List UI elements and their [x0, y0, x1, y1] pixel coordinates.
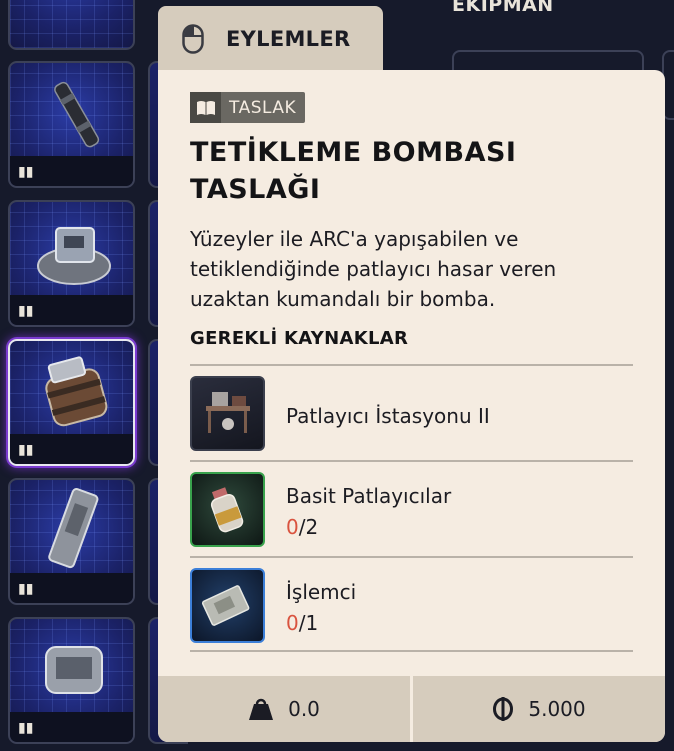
- item-title: TETİKLEME BOMBASI TASLAĞI: [190, 137, 517, 205]
- grenade-launcher-item-icon: [54, 81, 100, 148]
- inventory-slot[interactable]: ▮▮: [8, 200, 135, 327]
- requirement-count: 0/1: [286, 611, 319, 635]
- inventory-slot[interactable]: ▮▮: [8, 617, 135, 744]
- requirements-title: GEREKLİ KAYNAKLAR: [190, 328, 409, 349]
- explosive-bottle-icon: [190, 472, 265, 547]
- requirement-name: Patlayıcı İstasyonu II: [286, 404, 490, 428]
- inventory-slot-selected[interactable]: ▮▮: [8, 339, 135, 466]
- inventory-slot[interactable]: [8, 0, 135, 50]
- weight-icon: [249, 698, 274, 720]
- price-cell: 5.000: [413, 676, 665, 742]
- workbench-icon: [190, 376, 265, 451]
- requirements-list: Patlayıcı İstasyonu II Basit Patlayıcıla…: [190, 364, 633, 652]
- blueprint-book-icon: ▮▮: [18, 303, 34, 319]
- inventory-slot[interactable]: ▮▮: [8, 61, 135, 188]
- weight-value: 0.0: [288, 697, 320, 721]
- actions-tab[interactable]: EYLEMLER: [158, 6, 383, 72]
- requirement-count: 0/2: [286, 515, 319, 539]
- item-description: Yüzeyler ile ARC'a yapışabilen ve tetikl…: [190, 227, 557, 311]
- trigger-bomb-item-icon: [45, 356, 108, 427]
- blueprint-book-icon: ▮▮: [18, 442, 34, 458]
- blueprint-badge: TASLAK: [190, 92, 306, 123]
- requirement-row: Basit Patlayıcılar 0/2: [190, 460, 633, 556]
- price-value: 5.000: [528, 697, 586, 721]
- processor-icon: [190, 568, 265, 643]
- requirement-name: Basit Patlayıcılar: [286, 484, 452, 508]
- book-icon: [190, 92, 221, 123]
- weight-cell: 0.0: [158, 676, 410, 742]
- blueprint-book-icon: ▮▮: [18, 164, 34, 180]
- mine-item-icon: [45, 646, 103, 694]
- blueprint-book-icon: ▮▮: [18, 720, 34, 736]
- badge-label: TASLAK: [229, 97, 297, 118]
- turret-item-icon: [37, 227, 111, 285]
- requirement-row: Patlayıcı İstasyonu II: [190, 364, 633, 460]
- mouse-icon: [182, 24, 204, 54]
- blueprint-book-icon: ▮▮: [18, 581, 34, 597]
- equipment-section-title: EKİPMAN: [452, 0, 554, 16]
- coin-icon: [493, 697, 514, 721]
- item-footer: 0.0 5.000: [158, 676, 665, 742]
- actions-tab-label: EYLEMLER: [226, 27, 351, 51]
- requirement-name: İşlemci: [286, 580, 357, 604]
- requirement-row: İşlemci 0/1: [190, 556, 633, 652]
- item-detail-panel: TASLAK TETİKLEME BOMBASI TASLAĞI Yüzeyle…: [158, 70, 665, 742]
- gadget-item-icon: [48, 488, 99, 569]
- inventory-slot[interactable]: ▮▮: [8, 478, 135, 605]
